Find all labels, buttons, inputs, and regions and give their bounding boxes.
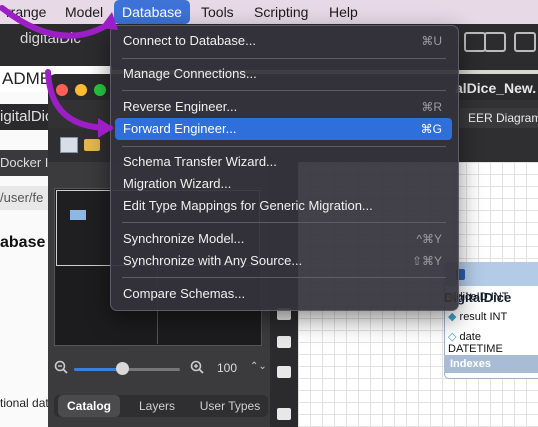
menu-separator	[122, 146, 446, 147]
zoom-out-icon[interactable]	[54, 360, 68, 374]
new-document-icon[interactable]	[60, 137, 78, 153]
menu-item-forward-engineer[interactable]: Forward Engineer... ⌘G	[115, 118, 452, 140]
zoom-window-button[interactable]	[94, 84, 106, 96]
table-column[interactable]: ◇ date DATETIME	[448, 330, 538, 355]
column-icon: ◆	[448, 311, 457, 323]
open-folder-icon[interactable]	[84, 139, 100, 151]
navigator-table-preview	[70, 210, 86, 220]
table-column[interactable]: ◆ result INT	[448, 310, 507, 323]
column-icon: ◇	[448, 331, 457, 343]
menu-help[interactable]: Help	[321, 0, 366, 24]
panel-icon[interactable]	[514, 32, 536, 52]
text-tool-icon[interactable]	[277, 336, 291, 348]
table-indexes-section[interactable]: Indexes	[444, 355, 538, 373]
zoom-slider-fill	[74, 368, 122, 371]
menu-model[interactable]: Model	[57, 0, 111, 24]
menu-item-connect[interactable]: Connect to Database... ⌘U	[115, 30, 452, 52]
menu-item-schema-transfer[interactable]: Schema Transfer Wizard...	[115, 151, 452, 173]
menu-item-edit-type-mappings[interactable]: Edit Type Mappings for Generic Migration…	[115, 195, 452, 217]
menu-tools[interactable]: Tools	[193, 0, 242, 24]
image-tool-icon[interactable]	[277, 366, 291, 378]
menu-separator	[122, 222, 446, 223]
tab-catalog[interactable]: Catalog	[58, 395, 120, 417]
menu-arrange[interactable]: rrange	[0, 0, 54, 24]
window-title: alDice_New.	[455, 80, 537, 96]
menu-item-manage-connections[interactable]: Manage Connections...	[115, 63, 452, 85]
background-heading: abase (	[0, 234, 56, 251]
tab-user-types[interactable]: User Types	[194, 395, 266, 417]
menu-item-synchronize-model[interactable]: Synchronize Model... ^⌘Y	[115, 228, 452, 250]
zoom-stepper-icon[interactable]: ⌃⌄	[250, 361, 267, 372]
menu-separator	[122, 277, 446, 278]
panel-tab-bar: Catalog Layers User Types	[54, 395, 268, 417]
tab-layers[interactable]: Layers	[126, 395, 188, 417]
table-tool-icon[interactable]	[277, 408, 291, 420]
menu-item-synchronize-any-source[interactable]: Synchronize with Any Source... ⇧⌘Y	[115, 250, 452, 272]
menu-item-reverse-engineer[interactable]: Reverse Engineer... ⌘R	[115, 96, 452, 118]
layout-icon[interactable]	[464, 32, 486, 52]
menu-separator	[122, 90, 446, 91]
menu-scripting[interactable]: Scripting	[246, 0, 316, 24]
menu-bar: rrange Model Database Tools Scripting He…	[0, 0, 538, 25]
tab-eer-diagram[interactable]: EER Diagram	[460, 108, 538, 128]
close-window-button[interactable]	[56, 84, 68, 96]
menu-item-compare-schemas[interactable]: Compare Schemas...	[115, 283, 452, 305]
sidebar-icon[interactable]	[484, 32, 506, 52]
zoom-value[interactable]: 100	[217, 361, 237, 375]
menu-database[interactable]: Database	[114, 0, 190, 24]
zoom-in-icon[interactable]	[190, 360, 204, 374]
menu-separator	[122, 58, 446, 59]
minimize-window-button[interactable]	[75, 84, 87, 96]
zoom-slider-knob[interactable]	[116, 362, 129, 375]
menu-item-migration-wizard[interactable]: Migration Wizard...	[115, 173, 452, 195]
